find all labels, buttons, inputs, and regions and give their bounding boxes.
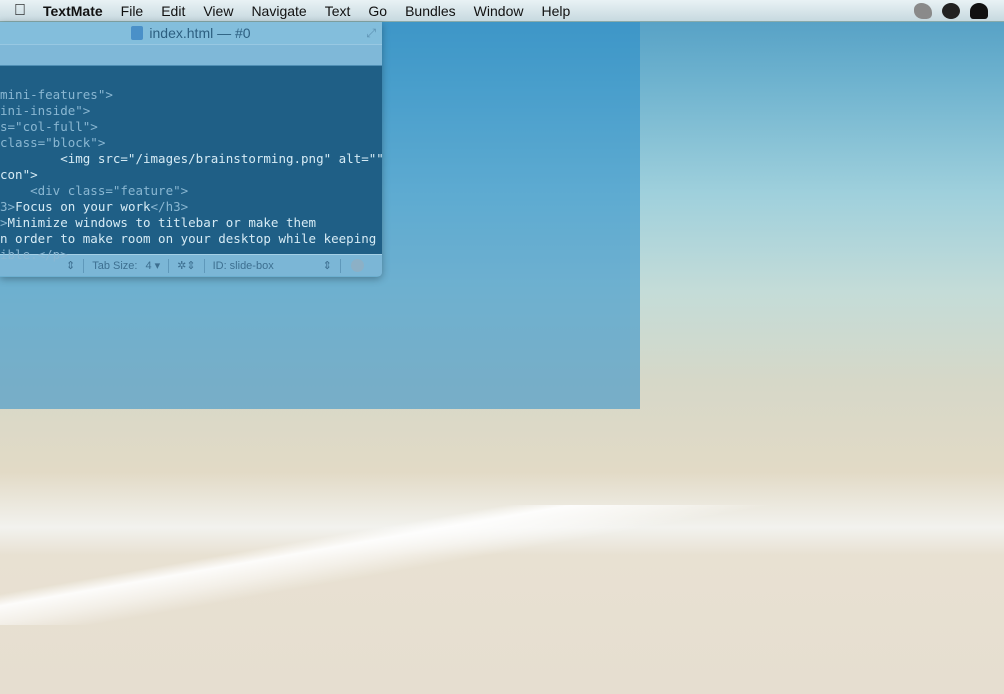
- code-line: s="col-full">: [0, 119, 382, 135]
- apple-menu-icon[interactable]: : [14, 2, 34, 20]
- code-token: >: [0, 215, 8, 230]
- code-token: Minimize windows to titlebar or make the…: [7, 215, 317, 230]
- grammar-popup-arrows[interactable]: ⇕: [66, 259, 75, 272]
- code-token: n order to make room on your desktop whi…: [0, 231, 377, 246]
- code-token: s="col-full">: [0, 119, 98, 134]
- code-token: Focus on your work: [15, 199, 151, 214]
- desktop-wallpaper: [0, 505, 1004, 625]
- code-line: <img src="/images/brainstorming.png" alt…: [0, 151, 382, 167]
- code-token: ini-inside">: [0, 103, 91, 118]
- code-line: mini-features">: [0, 87, 382, 103]
- code-token: class="block">: [0, 135, 106, 150]
- code-token: mini-features">: [0, 87, 113, 102]
- menu-file[interactable]: File: [112, 3, 153, 19]
- menu-view[interactable]: View: [194, 3, 242, 19]
- symbol-popup-arrows[interactable]: ⇕: [323, 259, 332, 272]
- code-line: con">: [0, 167, 382, 183]
- menu-app[interactable]: TextMate: [34, 3, 112, 19]
- window-titlebar[interactable]: index.html — #0 ⤢: [0, 22, 382, 44]
- code-line: ini-inside">: [0, 103, 382, 119]
- code-line: 3>Focus on your work</h3>: [0, 199, 382, 215]
- tab-size-label[interactable]: Tab Size:: [92, 260, 137, 272]
- chevron-down-icon[interactable]: ▾: [155, 259, 161, 272]
- code-token: con">: [0, 167, 38, 182]
- window-title: index.html — #0: [149, 25, 251, 41]
- menu-bundles[interactable]: Bundles: [396, 3, 465, 19]
- checkmark-icon[interactable]: [942, 3, 960, 19]
- html-file-icon: [131, 26, 144, 40]
- symbol-popup[interactable]: ID: slide-box: [213, 260, 323, 272]
- gear-icon[interactable]: ✲⇕: [177, 259, 195, 272]
- code-line: >Minimize windows to titlebar or make th…: [0, 215, 382, 231]
- menu-help[interactable]: Help: [532, 3, 579, 19]
- tab-size-value[interactable]: 4: [145, 260, 151, 272]
- code-token: <div class="feature">: [0, 183, 189, 198]
- code-token: 3>: [0, 199, 16, 214]
- textmate-window: index.html — #0 ⤢ mini-features"> ini-ins…: [0, 22, 382, 277]
- code-line: class="block">: [0, 135, 382, 151]
- menu-edit[interactable]: Edit: [152, 3, 194, 19]
- growl-icon[interactable]: [914, 3, 932, 19]
- menu-go[interactable]: Go: [359, 3, 396, 19]
- tab-bar: [0, 44, 382, 66]
- code-editor[interactable]: mini-features"> ini-inside"> s="col-full">…: [0, 66, 382, 262]
- menu-bar:  TextMate File Edit View Navigate Text …: [0, 0, 1004, 22]
- menu-window[interactable]: Window: [465, 3, 533, 19]
- code-token: ible.</p>: [0, 247, 68, 262]
- macro-record-button[interactable]: [350, 259, 364, 272]
- code-token: <img src="/images/brainstorming.png" alt…: [0, 151, 382, 166]
- menu-navigate[interactable]: Navigate: [242, 3, 315, 19]
- fullscreen-icon[interactable]: ⤢: [366, 26, 376, 41]
- menu-text[interactable]: Text: [316, 3, 360, 19]
- code-token: </h3>: [150, 199, 189, 214]
- code-line: n order to make room on your desktop whi…: [0, 231, 382, 247]
- code-line: <div class="feature">: [0, 183, 382, 199]
- bowler-hat-icon[interactable]: [970, 3, 988, 19]
